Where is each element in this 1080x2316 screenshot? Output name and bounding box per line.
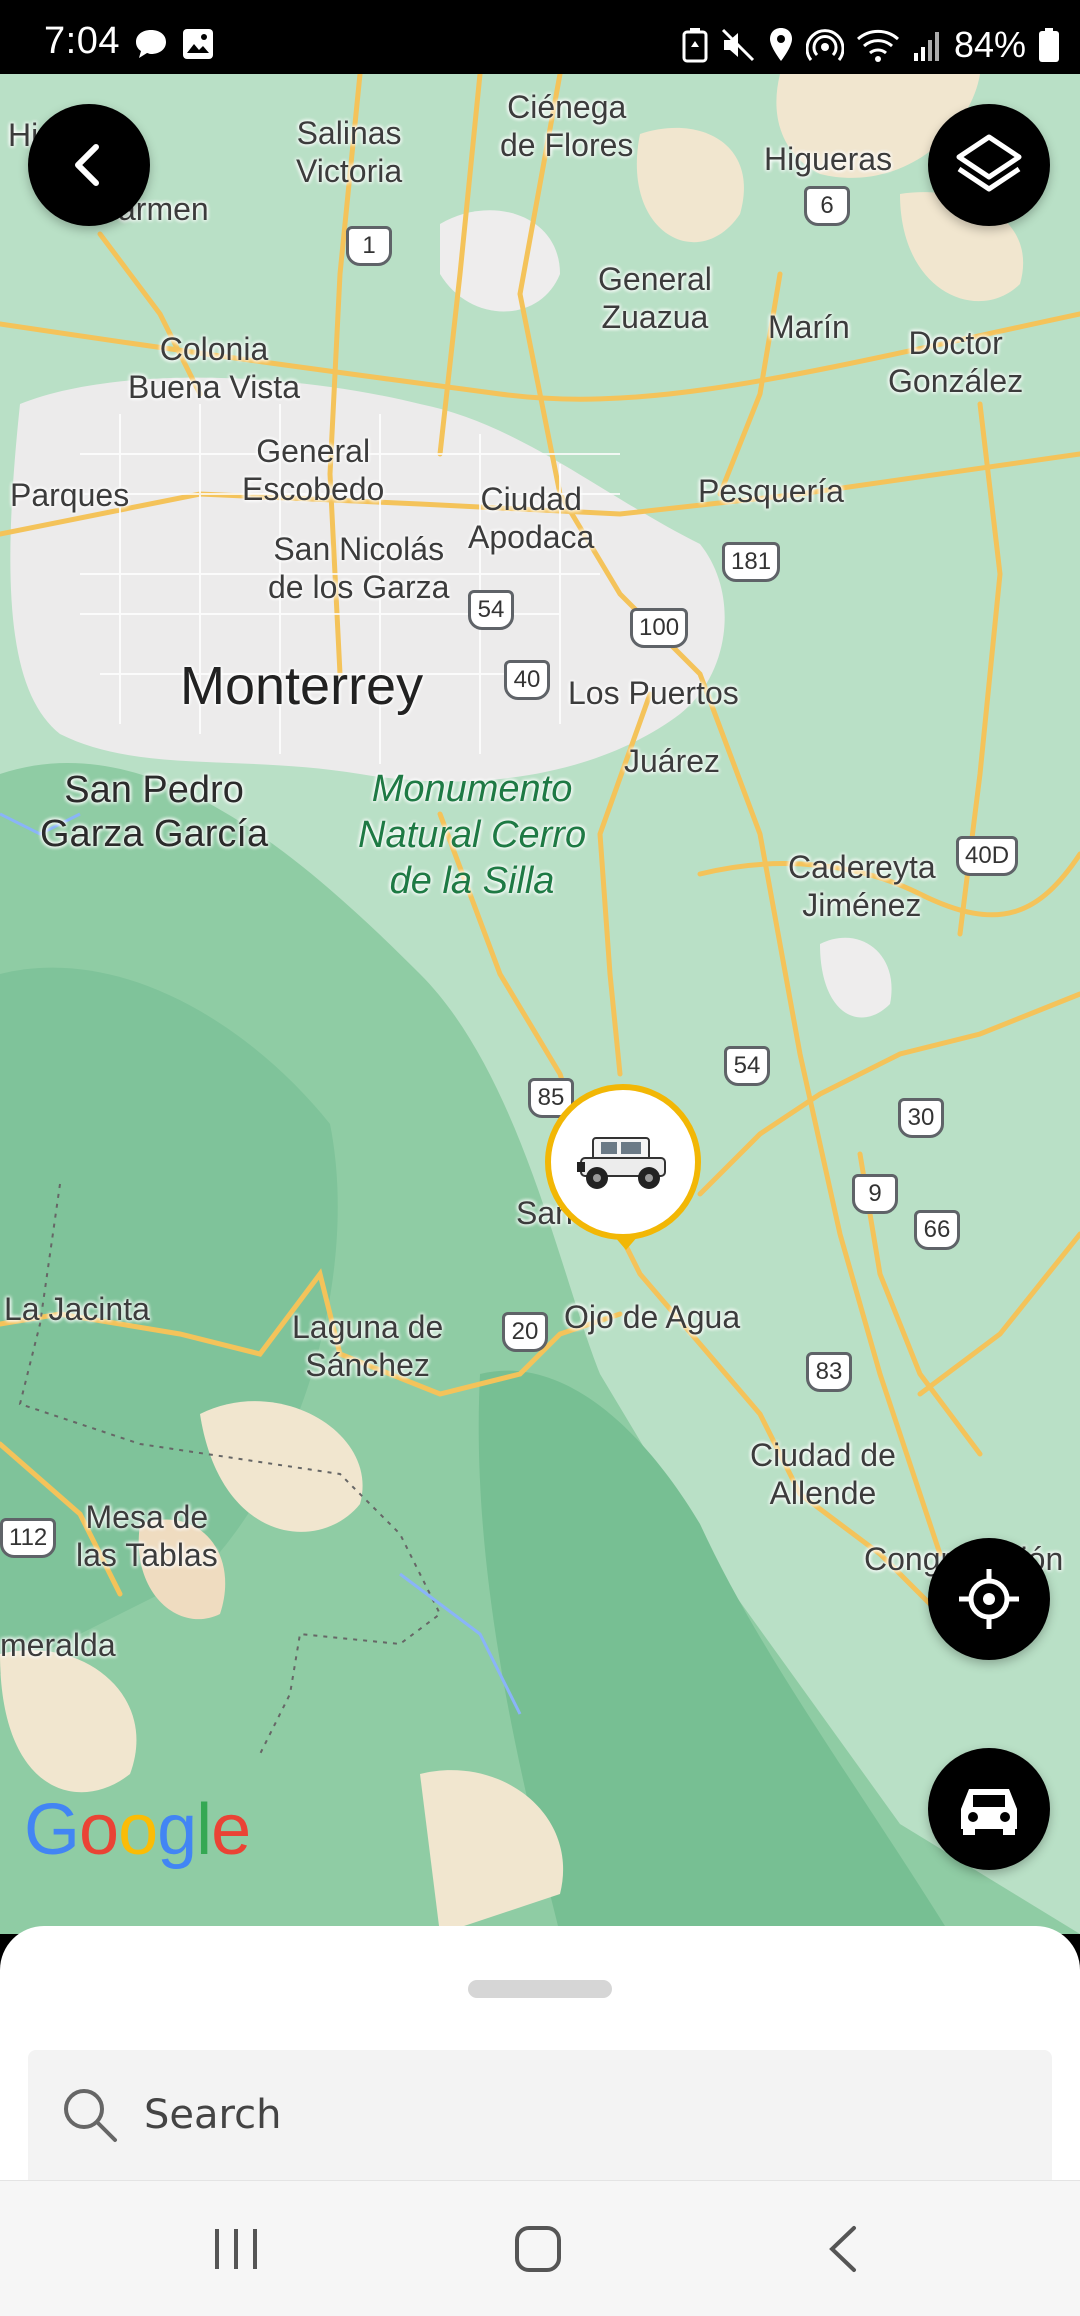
highway-shield: 54 bbox=[724, 1046, 770, 1086]
highway-shield: 6 bbox=[804, 186, 850, 226]
recents-icon bbox=[215, 2229, 257, 2269]
search-icon bbox=[64, 2089, 117, 2142]
home-icon bbox=[515, 2226, 561, 2272]
crosshair-icon bbox=[959, 1569, 1019, 1629]
vehicle-marker-pointer bbox=[614, 1236, 638, 1250]
wifi-icon bbox=[856, 29, 899, 62]
hotspot-icon bbox=[805, 29, 844, 61]
battery-percent: 84% bbox=[953, 24, 1026, 65]
map-label: Colonia Buena Vista bbox=[128, 331, 300, 405]
highway-shield: 20 bbox=[502, 1312, 548, 1352]
map-view[interactable]: Hi Salinas Victoria Ciénega de Flores Hi… bbox=[0, 74, 1080, 1934]
recent-apps-button[interactable] bbox=[176, 2209, 296, 2289]
highway-shield: 66 bbox=[914, 1210, 960, 1250]
map-label: Los Puertos bbox=[568, 675, 739, 711]
map-label: General Zuazua bbox=[598, 261, 712, 335]
map-label: Juárez bbox=[624, 743, 721, 779]
chat-bubble-icon bbox=[136, 30, 166, 58]
map-label: Salinas Victoria bbox=[296, 115, 403, 189]
sheet-drag-handle[interactable] bbox=[468, 1980, 612, 1998]
status-time: 7:04 bbox=[44, 20, 120, 62]
map-label: Pesquería bbox=[698, 473, 844, 509]
map-label: San Nicolás de los Garza bbox=[268, 531, 450, 605]
nav-back-button[interactable] bbox=[782, 2209, 902, 2289]
map-label: Ojo de Agua bbox=[564, 1299, 741, 1335]
battery-icon bbox=[1039, 28, 1059, 62]
google-logo: Google bbox=[24, 1788, 254, 1887]
locate-me-button[interactable] bbox=[928, 1538, 1050, 1660]
vehicles-button[interactable] bbox=[928, 1748, 1050, 1870]
map-label: Laguna de Sánchez bbox=[292, 1309, 444, 1383]
google-wordmark: Google bbox=[24, 1790, 251, 1870]
highway-shield: 40 bbox=[504, 660, 550, 700]
map-label: Ciudad Apodaca bbox=[468, 481, 595, 555]
highway-shield: 9 bbox=[852, 1174, 898, 1214]
back-arrow-icon bbox=[75, 144, 99, 186]
battery-saver-icon bbox=[682, 28, 708, 63]
search-bar[interactable] bbox=[28, 2050, 1052, 2180]
map-label: meralda bbox=[0, 1627, 116, 1663]
highway-shield: 54 bbox=[468, 590, 514, 630]
highway-shield: 30 bbox=[898, 1098, 944, 1138]
home-button[interactable] bbox=[478, 2209, 598, 2289]
map-label-park: Monumento Natural Cerro de la Silla bbox=[358, 768, 587, 902]
highway-shield: 112 bbox=[0, 1518, 57, 1558]
layers-icon bbox=[956, 134, 1022, 192]
map-label: San Pedro Garza García bbox=[40, 769, 269, 855]
map-label: General Escobedo bbox=[242, 433, 385, 507]
map-label: Higueras bbox=[764, 141, 893, 177]
jeep-icon bbox=[577, 1137, 666, 1189]
map-label: Mesa de las Tablas bbox=[76, 1499, 218, 1573]
nav-back-icon bbox=[829, 2226, 856, 2272]
signal-icon bbox=[913, 32, 939, 61]
bottom-sheet[interactable] bbox=[0, 1926, 1080, 2180]
map-label: Marín bbox=[768, 309, 850, 345]
highway-shield: 40D bbox=[956, 836, 1019, 876]
map-label: Ciudad de Allende bbox=[750, 1437, 896, 1511]
map-label: Ciénega de Flores bbox=[500, 89, 634, 163]
map-label: Parques bbox=[10, 477, 130, 513]
car-icon bbox=[961, 1789, 1017, 1835]
highway-shield: 100 bbox=[630, 608, 689, 648]
highway-shield: 1 bbox=[346, 226, 392, 266]
svg-text:Google: Google bbox=[24, 1790, 250, 1870]
image-icon bbox=[183, 29, 213, 59]
back-button[interactable] bbox=[28, 104, 150, 226]
map-label: La Jacinta bbox=[4, 1291, 150, 1327]
map-label: Doctor González bbox=[888, 325, 1024, 399]
system-nav-bar bbox=[0, 2180, 1080, 2316]
highway-shield: 181 bbox=[722, 542, 781, 582]
status-bar: 7:04 84% bbox=[0, 0, 1080, 74]
mute-icon bbox=[721, 28, 754, 62]
search-input[interactable] bbox=[144, 2092, 944, 2138]
highway-shield: 83 bbox=[806, 1352, 852, 1392]
map-label: Cadereyta Jiménez bbox=[788, 849, 936, 923]
location-icon bbox=[769, 28, 792, 61]
vehicle-marker[interactable] bbox=[545, 1084, 701, 1240]
layers-button[interactable] bbox=[928, 104, 1050, 226]
map-label-city: Monterrey bbox=[180, 656, 424, 716]
